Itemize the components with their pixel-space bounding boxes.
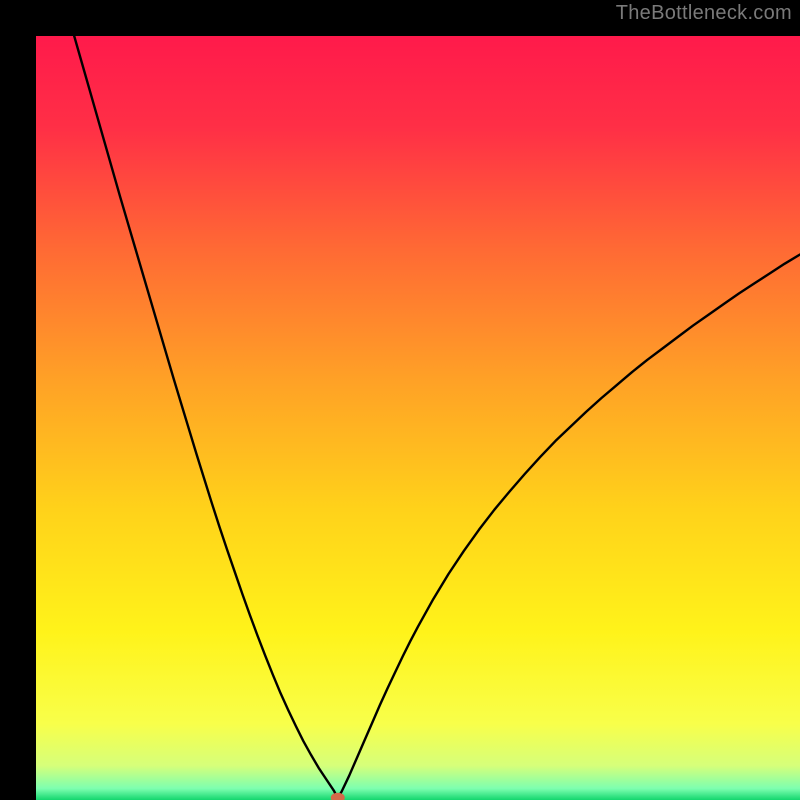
watermark-text: TheBottleneck.com — [616, 2, 792, 25]
gradient-background — [36, 36, 800, 800]
bottleneck-chart — [36, 36, 800, 800]
chart-frame — [18, 18, 782, 782]
